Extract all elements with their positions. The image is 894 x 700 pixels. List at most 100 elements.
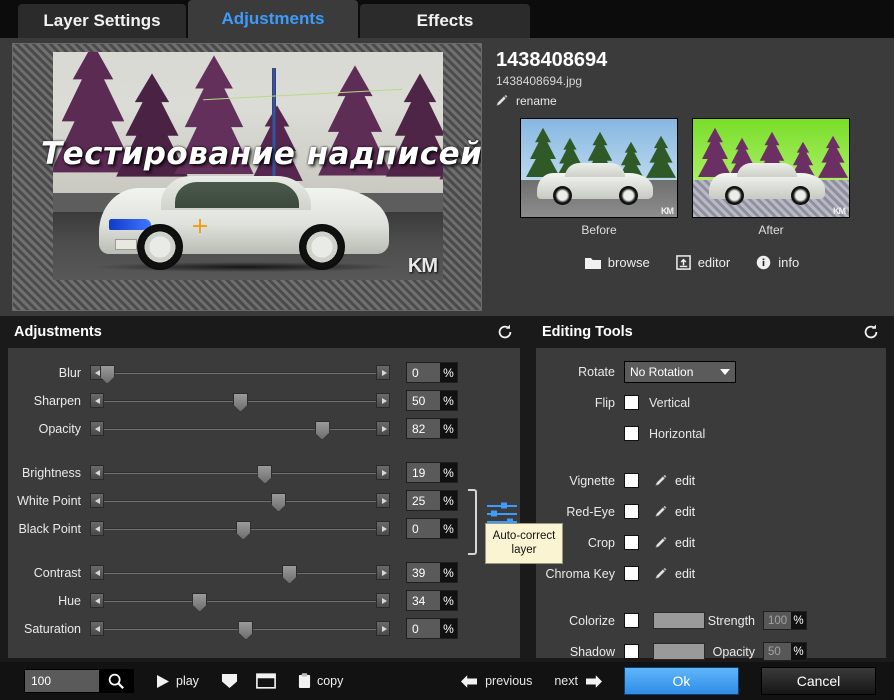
slider-decrement-button[interactable] (90, 565, 104, 580)
editor-button[interactable]: editor (676, 255, 731, 270)
slider-rail[interactable] (104, 400, 376, 402)
play-button[interactable]: play (156, 674, 199, 689)
slider-thumb[interactable] (236, 521, 251, 540)
thumbnail-after[interactable]: KM After (692, 118, 850, 237)
slider-increment-button[interactable] (376, 593, 390, 608)
slider-thumb[interactable] (257, 465, 272, 484)
previous-button[interactable]: previous (461, 674, 532, 688)
magnifier-icon[interactable] (99, 670, 133, 692)
slider-value-field[interactable]: 34 % (406, 590, 458, 611)
tab-effects[interactable]: Effects (360, 4, 530, 38)
flip-horizontal-checkbox[interactable] (624, 426, 639, 441)
slider-increment-button[interactable] (376, 621, 390, 636)
slider-rail[interactable] (104, 428, 376, 430)
strength-field[interactable]: 100 % (763, 611, 807, 630)
thumbnail-after-image[interactable]: KM (692, 118, 850, 218)
shadow-checkbox[interactable] (624, 644, 639, 659)
ok-button[interactable]: Ok (624, 667, 739, 695)
slider-value-field[interactable]: 0 % (406, 518, 458, 539)
slider-rail[interactable] (104, 500, 376, 502)
slider-label: Contrast (8, 566, 90, 580)
photo-pole (272, 68, 276, 186)
slider-thumb[interactable] (271, 493, 286, 512)
thumbnail-before[interactable]: KM Before (520, 118, 678, 237)
next-button[interactable]: next (554, 674, 602, 688)
slider-value-field[interactable]: 25 % (406, 490, 458, 511)
slider-thumb[interactable] (100, 365, 115, 384)
slider-rail[interactable] (104, 372, 376, 374)
window-button[interactable] (256, 673, 276, 689)
slider-increment-button[interactable] (376, 493, 390, 508)
cancel-button[interactable]: Cancel (761, 667, 876, 695)
slider-increment-button[interactable] (376, 365, 390, 380)
vignette-edit-button[interactable]: edit (655, 474, 695, 488)
slider-increment-button[interactable] (376, 521, 390, 536)
copy-button[interactable]: copy (298, 673, 343, 689)
slider-track[interactable] (90, 563, 390, 582)
slider-decrement-button[interactable] (90, 421, 104, 436)
slider-rail[interactable] (104, 572, 376, 574)
slider-unit: % (440, 591, 457, 610)
slider-increment-button[interactable] (376, 421, 390, 436)
slider-rail[interactable] (104, 472, 376, 474)
thumbnail-before-image[interactable]: KM (520, 118, 678, 218)
colorize-color-swatch[interactable] (653, 612, 705, 629)
slider-track[interactable] (90, 391, 390, 410)
tab-adjustments[interactable]: Adjustments (188, 0, 358, 38)
slider-thumb[interactable] (238, 621, 253, 640)
zoom-field[interactable]: 100 (24, 669, 134, 693)
slider-decrement-button[interactable] (90, 465, 104, 480)
slider-thumb[interactable] (282, 565, 297, 584)
slider-track[interactable] (90, 419, 390, 438)
slider-increment-button[interactable] (376, 393, 390, 408)
slider-rail[interactable] (104, 600, 376, 602)
thumbnail-watermark: KM (833, 206, 845, 216)
slider-thumb[interactable] (315, 421, 330, 440)
slider-decrement-button[interactable] (90, 621, 104, 636)
slider-track[interactable] (90, 463, 390, 482)
slider-track[interactable] (90, 363, 390, 382)
tab-layer-settings[interactable]: Layer Settings (18, 4, 186, 38)
vignette-checkbox[interactable] (624, 473, 639, 488)
red-eye-checkbox[interactable] (624, 504, 639, 519)
chroma-key-edit-button[interactable]: edit (655, 567, 695, 581)
slider-decrement-button[interactable] (90, 593, 104, 608)
slider-decrement-button[interactable] (90, 521, 104, 536)
red-eye-edit-button[interactable]: edit (655, 505, 695, 519)
slider-track[interactable] (90, 591, 390, 610)
slider-increment-button[interactable] (376, 565, 390, 580)
slider-value-field[interactable]: 82 % (406, 418, 458, 439)
info-button[interactable]: info (756, 255, 799, 270)
flip-vertical-checkbox[interactable] (624, 395, 639, 410)
chroma-key-checkbox[interactable] (624, 566, 639, 581)
slider-decrement-button[interactable] (90, 393, 104, 408)
slider-value-field[interactable]: 0 % (406, 618, 458, 639)
opacity-field[interactable]: 50 % (763, 642, 807, 661)
slider-thumb[interactable] (192, 593, 207, 612)
reset-icon[interactable] (862, 323, 880, 341)
layer-preview[interactable]: KM Тестирование надписей (12, 43, 482, 311)
slider-thumb[interactable] (233, 393, 248, 412)
slider-value-field[interactable]: 0 % (406, 362, 458, 383)
slider-rail[interactable] (104, 528, 376, 530)
rotate-select[interactable]: No Rotation (624, 361, 736, 383)
slider-track[interactable] (90, 619, 390, 638)
slider-rail[interactable] (104, 628, 376, 630)
slider-increment-button[interactable] (376, 465, 390, 480)
shadow-color-swatch[interactable] (653, 643, 705, 660)
slider-value-field[interactable]: 19 % (406, 462, 458, 483)
shield-button[interactable] (221, 673, 238, 689)
browse-button[interactable]: browse (585, 255, 650, 270)
slider-decrement-button[interactable] (90, 493, 104, 508)
slider-value-field[interactable]: 39 % (406, 562, 458, 583)
slider-value-field[interactable]: 50 % (406, 390, 458, 411)
crop-checkbox[interactable] (624, 535, 639, 550)
shadow-label: Shadow (536, 645, 624, 659)
reset-icon[interactable] (496, 323, 514, 341)
colorize-checkbox[interactable] (624, 613, 639, 628)
crop-edit-button[interactable]: edit (655, 536, 695, 550)
rename-button[interactable]: rename (496, 94, 888, 108)
slider-track[interactable] (90, 519, 390, 538)
slider-label: Blur (8, 366, 90, 380)
slider-track[interactable] (90, 491, 390, 510)
